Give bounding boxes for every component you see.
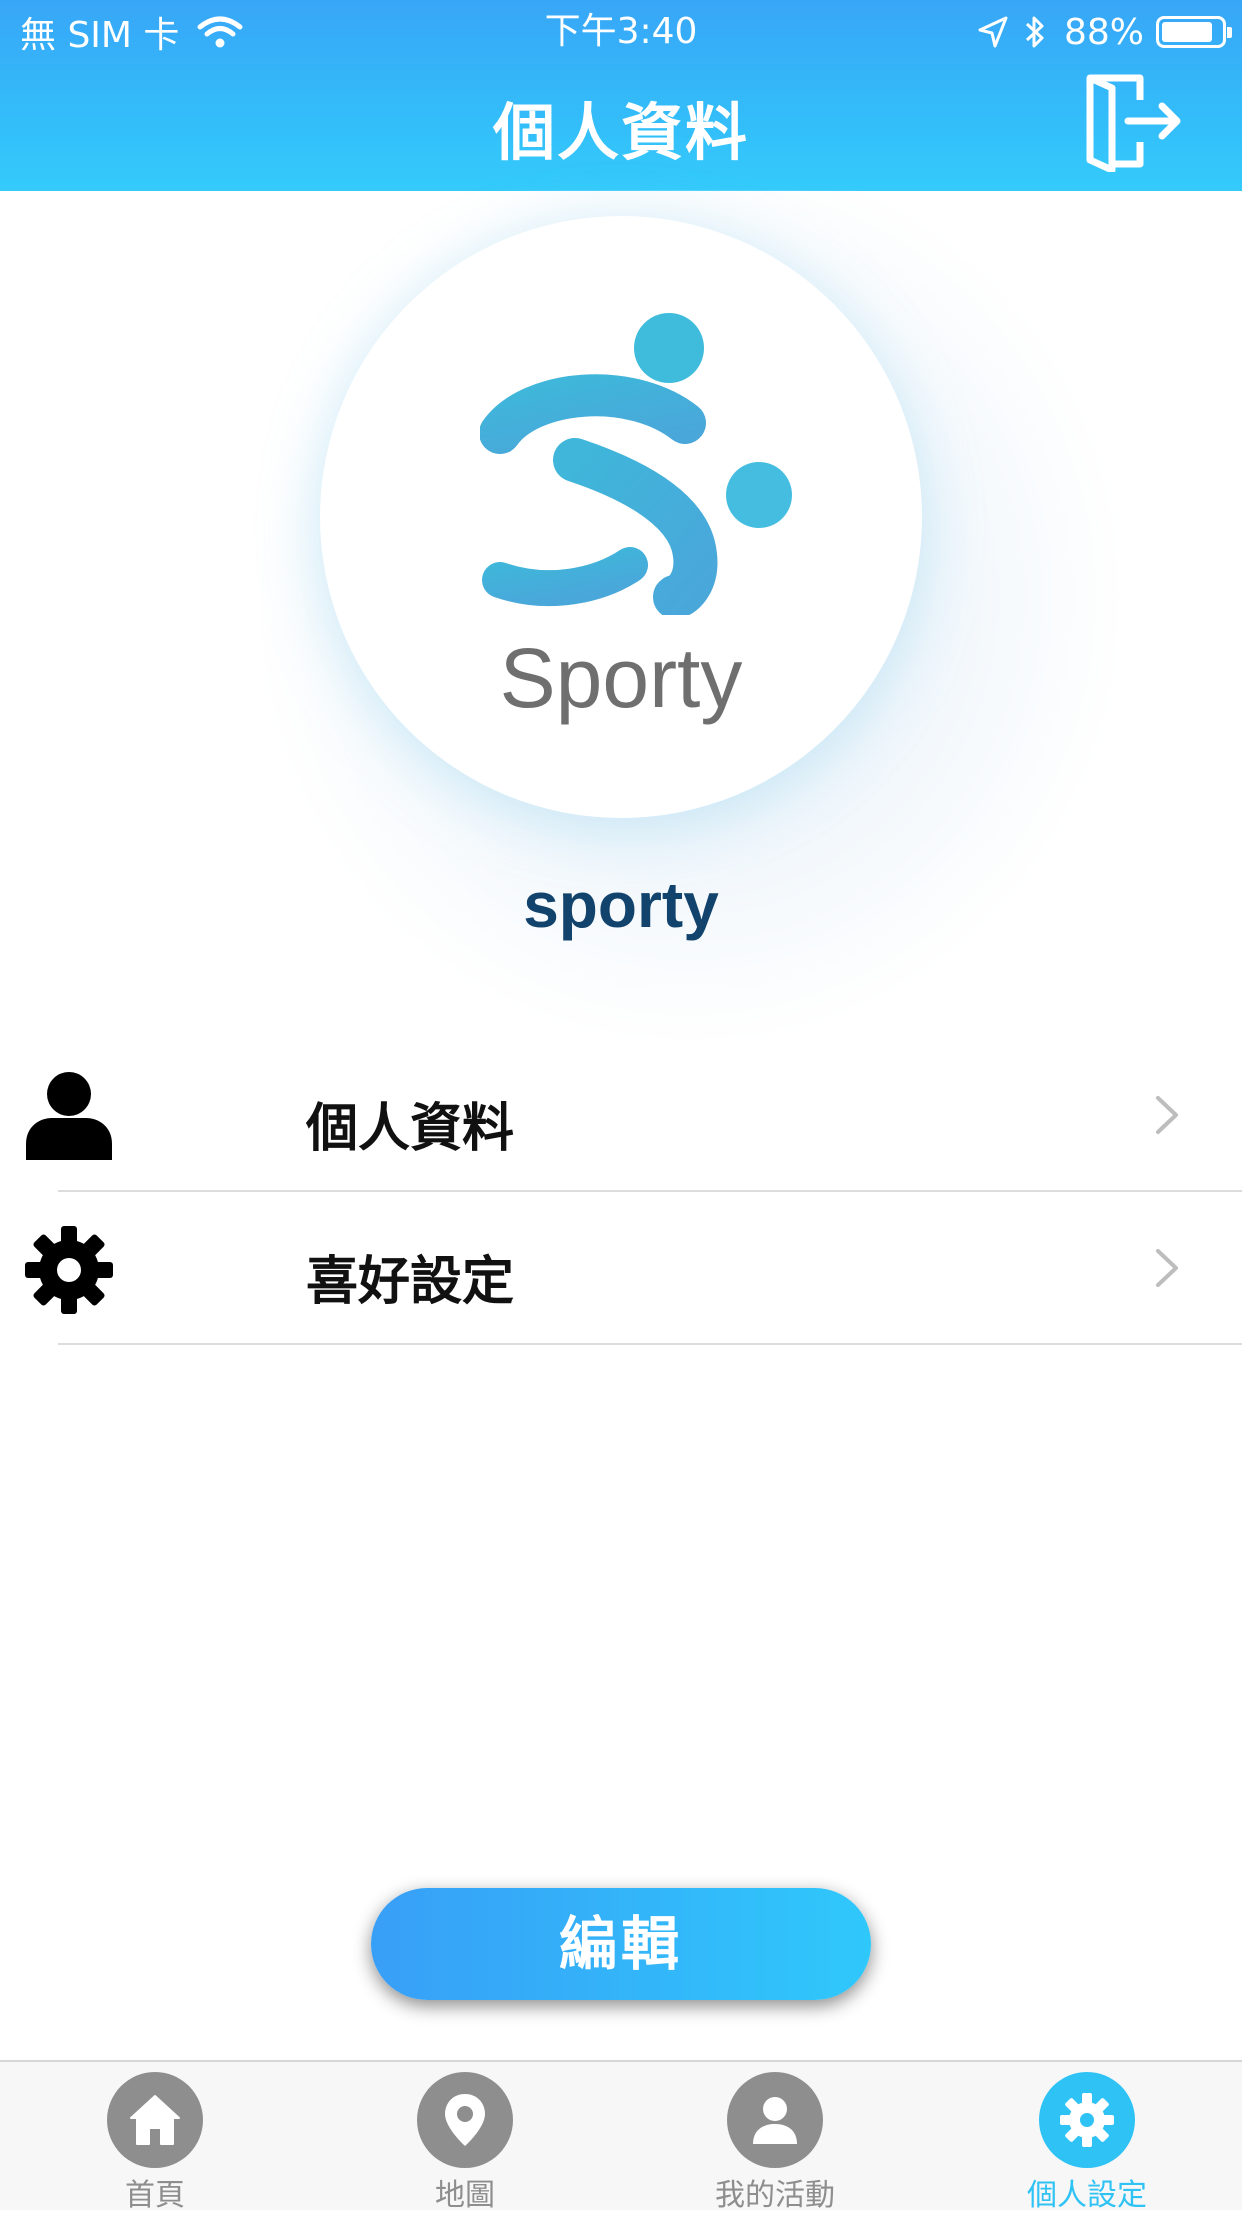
tab-label: 我的活動	[715, 2178, 835, 2213]
menu-item-preferences[interactable]: 喜好設定	[0, 1193, 1242, 1343]
menu-divider	[58, 1190, 1242, 1192]
battery-icon	[1156, 16, 1232, 48]
sporty-logo-icon	[480, 313, 792, 615]
header-bar: 無 SIM 卡 下午3:40 88% 個人資料	[0, 0, 1242, 191]
location-arrow-icon	[978, 16, 1008, 48]
tab-label: 地圖	[435, 2178, 495, 2213]
logo-text: Sporty	[499, 631, 743, 725]
home-icon	[130, 2095, 180, 2145]
menu-item-label: 喜好設定	[306, 1252, 515, 1312]
menu-item-profile[interactable]: 個人資料	[0, 1040, 1242, 1190]
username: sporty	[523, 869, 719, 941]
tab-label: 首頁	[125, 2178, 185, 2213]
tab-my-activities[interactable]: 我的活動	[675, 2062, 875, 2213]
person-icon	[753, 2097, 797, 2144]
battery-percent: 88%	[1063, 11, 1144, 53]
menu-item-label: 個人資料	[306, 1099, 515, 1159]
gear-icon	[1060, 2093, 1114, 2147]
door-exit-icon	[1086, 74, 1181, 172]
menu-divider	[58, 1343, 1242, 1345]
bluetooth-icon	[1025, 16, 1044, 48]
status-bar-right: 88%	[978, 8, 1232, 56]
page-title: 個人資料	[492, 96, 749, 169]
tab-map[interactable]: 地圖	[365, 2062, 565, 2213]
tab-settings[interactable]: 個人設定	[987, 2062, 1187, 2213]
map-pin-icon	[445, 2094, 485, 2146]
user-icon	[26, 1072, 112, 1160]
logout-button[interactable]	[1078, 72, 1188, 172]
edit-button[interactable]: 編輯	[371, 1888, 871, 2000]
chevron-right-icon	[1156, 1096, 1178, 1134]
chevron-right-icon	[1156, 1249, 1178, 1287]
gear-icon	[25, 1226, 113, 1314]
tab-bar: 首頁 地圖 我的活動 個人設定	[0, 2060, 1242, 2213]
tab-label: 個人設定	[1027, 2178, 1147, 2213]
battery-fill	[1162, 22, 1213, 42]
tab-home[interactable]: 首頁	[55, 2062, 255, 2213]
